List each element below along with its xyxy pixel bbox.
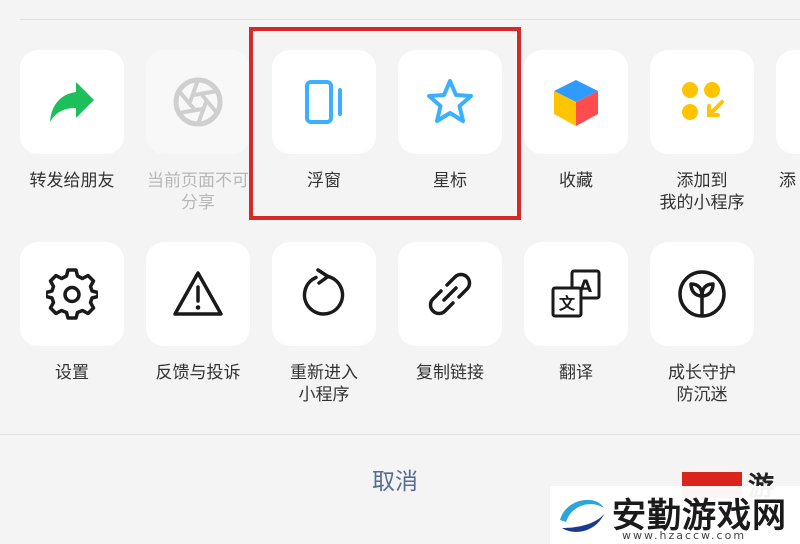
cancel-button[interactable]: 取消 [340, 462, 450, 502]
watermark-url: www.hzaccw.com [622, 529, 747, 542]
link-icon [428, 272, 472, 316]
bottom-divider [0, 434, 800, 435]
favorite-button[interactable]: 收藏 [524, 50, 628, 192]
cube-icon [554, 80, 598, 126]
settings-button[interactable]: 设置 [20, 242, 124, 384]
feedback-complaint-button[interactable]: 反馈与投诉 [146, 242, 250, 384]
settings-label: 设置 [55, 363, 89, 383]
share-unavailable-label: 当前页面不可 分享 [147, 171, 249, 213]
settings-tile [20, 242, 124, 346]
reload-icon [302, 268, 345, 316]
feedback-tile [146, 242, 250, 346]
translate-label: 翻译 [559, 363, 593, 383]
add-mini-program-label: 添加到 我的小程序 [659, 171, 745, 213]
reenter-tile [272, 242, 376, 346]
forward-label: 转发给朋友 [29, 171, 115, 191]
favorite-tile [524, 50, 628, 154]
watermark: 安勤游戏网 www.hzaccw.com [550, 486, 800, 544]
gear-icon [46, 268, 98, 320]
translate-button[interactable]: A 文 翻译 [524, 242, 628, 384]
aperture-icon [173, 77, 223, 127]
feedback-label: 反馈与投诉 [155, 363, 241, 383]
copy-link-button[interactable]: 复制链接 [398, 242, 502, 384]
share-unavailable-tile [146, 50, 250, 154]
translate-icon: A 文 [551, 269, 601, 318]
growth-protection-button[interactable]: 成长守护 防沉迷 [650, 242, 754, 406]
growth-protection-tile [650, 242, 754, 346]
more-share-tile[interactable] [776, 50, 800, 154]
translate-tile: A 文 [524, 242, 628, 346]
add-to-my-mini-program-button[interactable]: 添加到 我的小程序 [650, 50, 754, 214]
reenter-label: 重新进入 小程序 [290, 363, 358, 405]
reenter-mini-program-button[interactable]: 重新进入 小程序 [272, 242, 376, 406]
more-share-label: 添 [779, 171, 796, 191]
forward-to-friend-button[interactable]: 转发给朋友 [20, 50, 124, 192]
add-mini-program-tile [650, 50, 754, 154]
top-divider [20, 19, 800, 20]
share-unavailable-button[interactable]: 当前页面不可 分享 [146, 50, 250, 214]
growth-protection-label: 成长守护 防沉迷 [668, 363, 736, 405]
copy-link-tile [398, 242, 502, 346]
sprout-icon [678, 270, 726, 318]
forward-arrow-icon [50, 82, 94, 122]
copy-link-label: 复制链接 [416, 363, 484, 383]
translate-front-glyph: 文 [559, 294, 576, 313]
highlight-box [249, 27, 521, 220]
watermark-logo-icon [560, 499, 604, 532]
favorite-label: 收藏 [559, 171, 593, 191]
forward-tile [20, 50, 124, 154]
add-mini-program-icon [682, 82, 724, 120]
warning-icon [173, 271, 223, 316]
